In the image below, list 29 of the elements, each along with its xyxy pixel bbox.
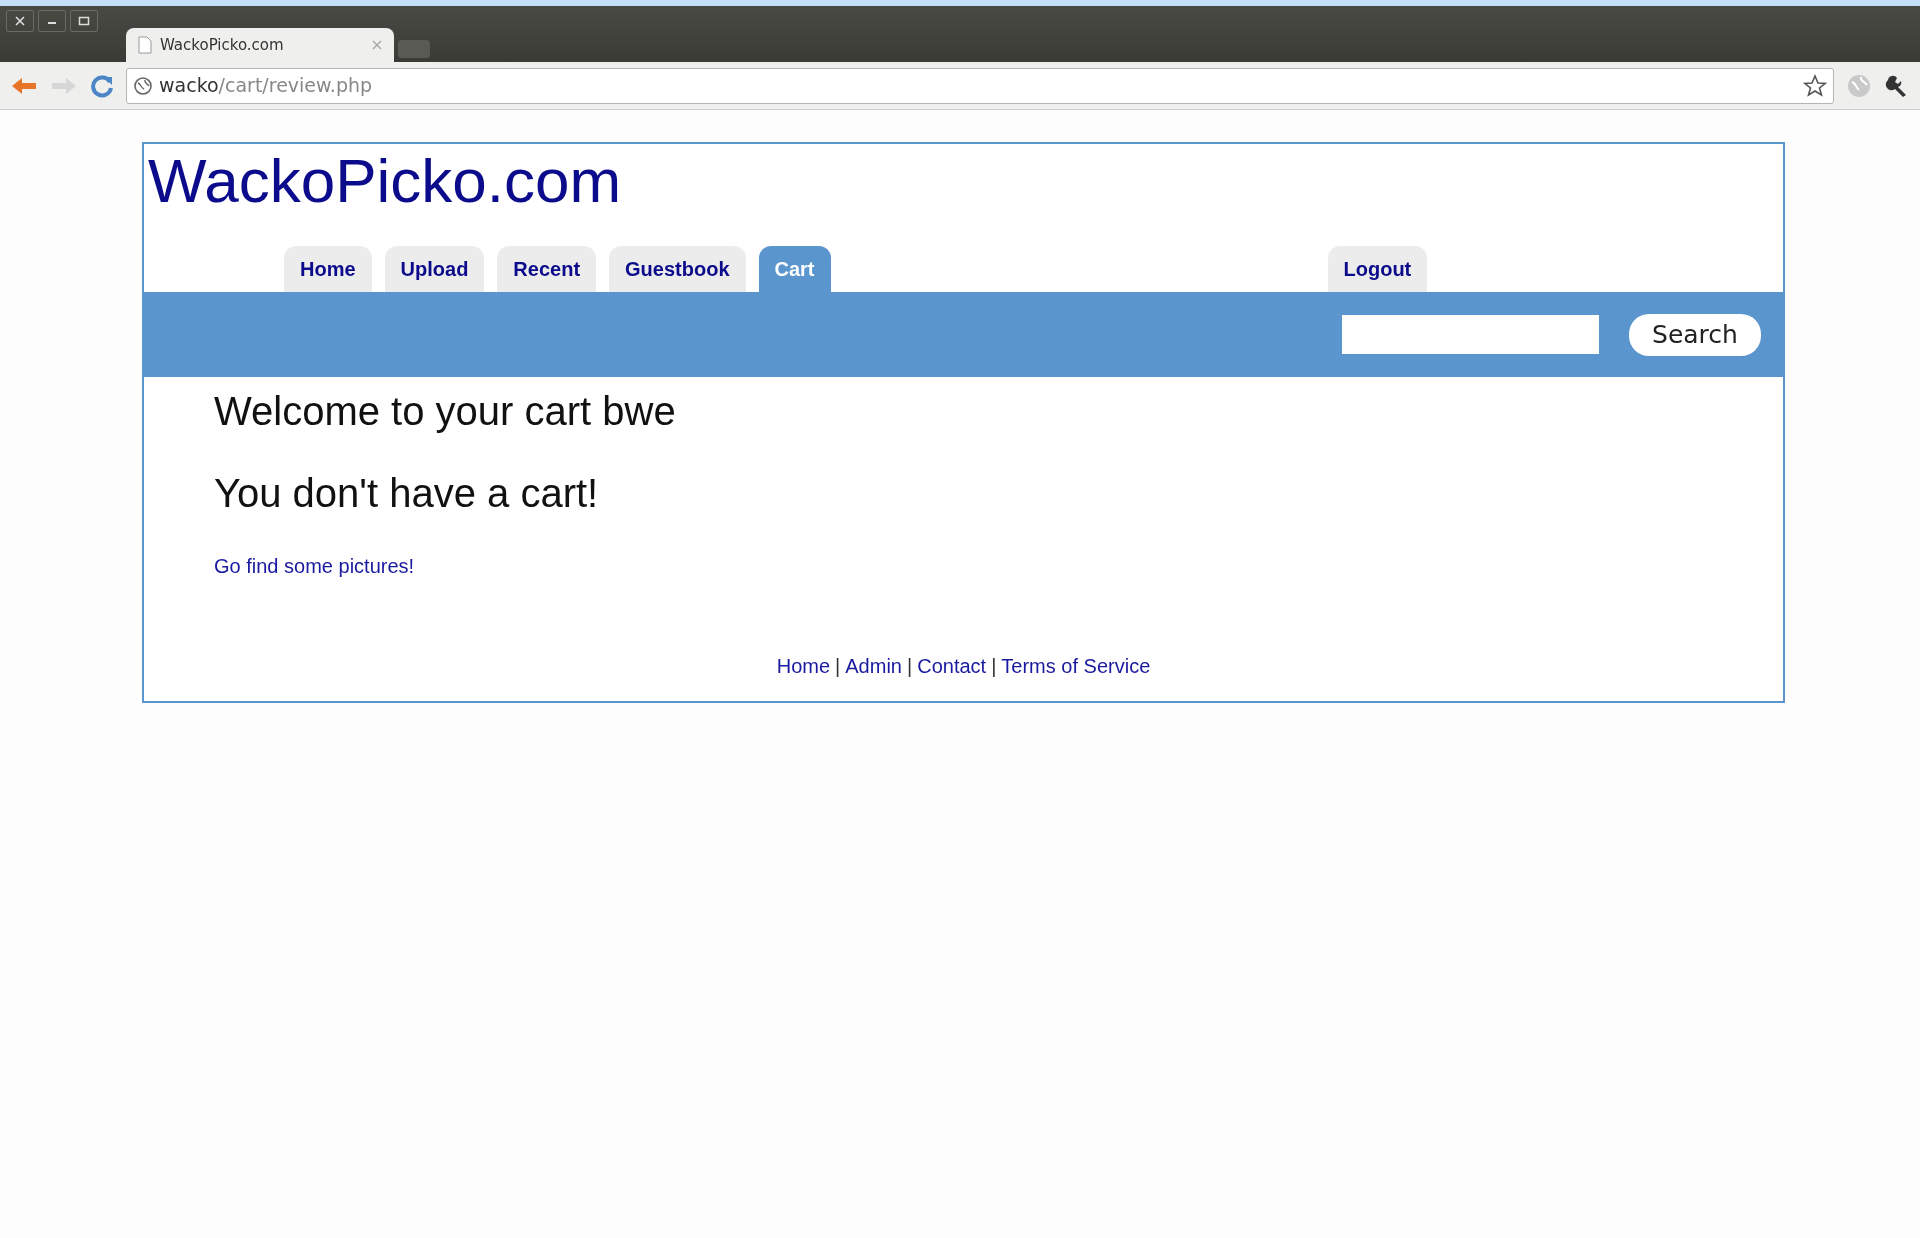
browser-tab[interactable]: WackoPicko.com: [126, 28, 394, 62]
nav-tab[interactable]: Recent: [497, 246, 597, 292]
page-icon: [138, 36, 152, 54]
nav-tab[interactable]: Home: [284, 246, 372, 292]
footer-link[interactable]: Terms of Service: [1001, 655, 1151, 677]
site-logo: WackoPicko.com: [147, 145, 623, 212]
reload-icon[interactable]: [90, 73, 114, 98]
address-bar[interactable]: wacko/cart/review.php: [126, 67, 1834, 104]
star-icon[interactable]: [1803, 73, 1827, 98]
welcome-heading: Welcome to your cart bwe: [214, 388, 677, 435]
separator: |: [907, 655, 913, 677]
separator: |: [835, 655, 841, 677]
maximize-icon[interactable]: [70, 10, 98, 32]
search-button[interactable]: Search: [1629, 313, 1761, 356]
separator: |: [991, 655, 997, 677]
pictures-link[interactable]: Go find some pictures!: [214, 555, 415, 577]
footer-link[interactable]: Contact: [917, 655, 987, 677]
search-field[interactable]: [1342, 315, 1599, 354]
close-icon[interactable]: [6, 10, 34, 32]
minimize-icon[interactable]: [38, 10, 66, 32]
nav-tab[interactable]: Upload: [384, 246, 485, 292]
nav-tab[interactable]: Guestbook: [609, 246, 746, 292]
url-text: wacko/cart/review.php: [159, 73, 374, 99]
footer-link[interactable]: Admin: [845, 655, 902, 677]
footer-link[interactable]: Home: [776, 655, 831, 677]
cart-message: You don't have a cart!: [214, 470, 600, 517]
globe-icon: [133, 75, 153, 96]
nav-tab[interactable]: Logout: [1327, 246, 1428, 292]
tab-title: WackoPicko.com: [160, 34, 285, 56]
